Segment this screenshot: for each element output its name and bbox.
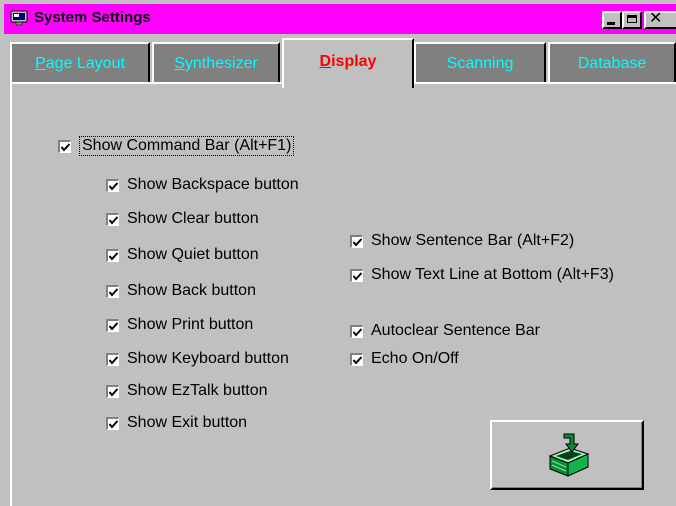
show-back-button-checkbox[interactable]: Show Back button — [106, 282, 256, 300]
tab-label: Database — [577, 55, 647, 72]
checkbox-box[interactable] — [58, 139, 71, 153]
checkbox-box[interactable] — [106, 284, 119, 298]
tab-synthesizer[interactable]: Synthesizer — [152, 42, 280, 82]
show-backspace-button-checkbox[interactable]: Show Backspace button — [106, 176, 299, 194]
checkbox-label: Autoclear Sentence Bar — [371, 322, 540, 339]
tab-label: Scanning — [446, 55, 514, 72]
system-settings-window: System Settings ✕ Page Layout Synthesize… — [0, 0, 676, 506]
checkbox-box[interactable] — [350, 234, 363, 248]
tab-label: age Layout — [45, 55, 125, 72]
save-to-box-icon — [548, 433, 590, 477]
checkbox-label: Show Exit button — [127, 414, 248, 431]
checkbox-box[interactable] — [350, 352, 363, 366]
checkbox-box[interactable] — [106, 416, 119, 430]
checkbox-box[interactable] — [106, 212, 119, 226]
show-exit-button-checkbox[interactable]: Show Exit button — [106, 414, 247, 432]
checkbox-box[interactable] — [106, 352, 119, 366]
show-eztalk-button-checkbox[interactable]: Show EzTalk button — [106, 382, 268, 400]
tab-display[interactable]: Display — [282, 38, 414, 88]
checkbox-box[interactable] — [106, 248, 119, 262]
tab-label: ynthesizer — [184, 55, 258, 72]
tab-accel: P — [35, 55, 46, 72]
save-button[interactable] — [490, 420, 644, 490]
checkbox-label: Show Print button — [127, 316, 254, 333]
checkbox-label: Show Clear button — [127, 210, 259, 227]
show-clear-button-checkbox[interactable]: Show Clear button — [106, 210, 259, 228]
tab-page-layout[interactable]: Page Layout — [10, 42, 150, 82]
show-command-bar-checkbox[interactable]: Show Command Bar (Alt+F1) — [58, 136, 295, 156]
checkbox-label: Show Command Bar (Alt+F1) — [79, 136, 295, 156]
checkbox-box[interactable] — [106, 178, 119, 192]
show-quiet-button-checkbox[interactable]: Show Quiet button — [106, 246, 259, 264]
checkbox-label: Show EzTalk button — [127, 382, 268, 399]
tab-database[interactable]: Database — [548, 42, 676, 82]
show-print-button-checkbox[interactable]: Show Print button — [106, 316, 253, 334]
close-icon: ✕ — [649, 10, 663, 27]
close-button[interactable]: ✕ — [644, 10, 676, 29]
checkbox-label: Show Quiet button — [127, 246, 259, 263]
maximize-button[interactable] — [622, 11, 642, 29]
checkbox-box[interactable] — [106, 384, 119, 398]
tab-label: isplay — [331, 53, 377, 70]
checkbox-label: Show Backspace button — [127, 176, 299, 193]
show-text-line-checkbox[interactable]: Show Text Line at Bottom (Alt+F3) — [350, 266, 614, 284]
autoclear-sentence-bar-checkbox[interactable]: Autoclear Sentence Bar — [350, 322, 540, 340]
checkbox-label: Show Keyboard button — [127, 350, 289, 367]
echo-on-off-checkbox[interactable]: Echo On/Off — [350, 350, 459, 368]
checkbox-box[interactable] — [350, 268, 363, 282]
window-title: System Settings — [34, 9, 151, 26]
tab-accel: S — [174, 55, 185, 72]
show-keyboard-button-checkbox[interactable]: Show Keyboard button — [106, 350, 289, 368]
checkbox-label: Show Text Line at Bottom (Alt+F3) — [371, 266, 614, 283]
tab-scanning[interactable]: Scanning — [414, 42, 546, 82]
show-sentence-bar-checkbox[interactable]: Show Sentence Bar (Alt+F2) — [350, 232, 574, 250]
system-settings-icon — [10, 10, 28, 26]
title-bar[interactable]: System Settings ✕ — [4, 4, 676, 34]
minimize-button[interactable] — [602, 11, 622, 29]
checkbox-box[interactable] — [106, 318, 119, 332]
checkbox-label: Echo On/Off — [371, 350, 459, 367]
checkbox-label: Show Sentence Bar (Alt+F2) — [371, 232, 575, 249]
tab-accel: D — [319, 53, 332, 70]
checkbox-label: Show Back button — [127, 282, 256, 299]
checkbox-box[interactable] — [350, 324, 363, 338]
